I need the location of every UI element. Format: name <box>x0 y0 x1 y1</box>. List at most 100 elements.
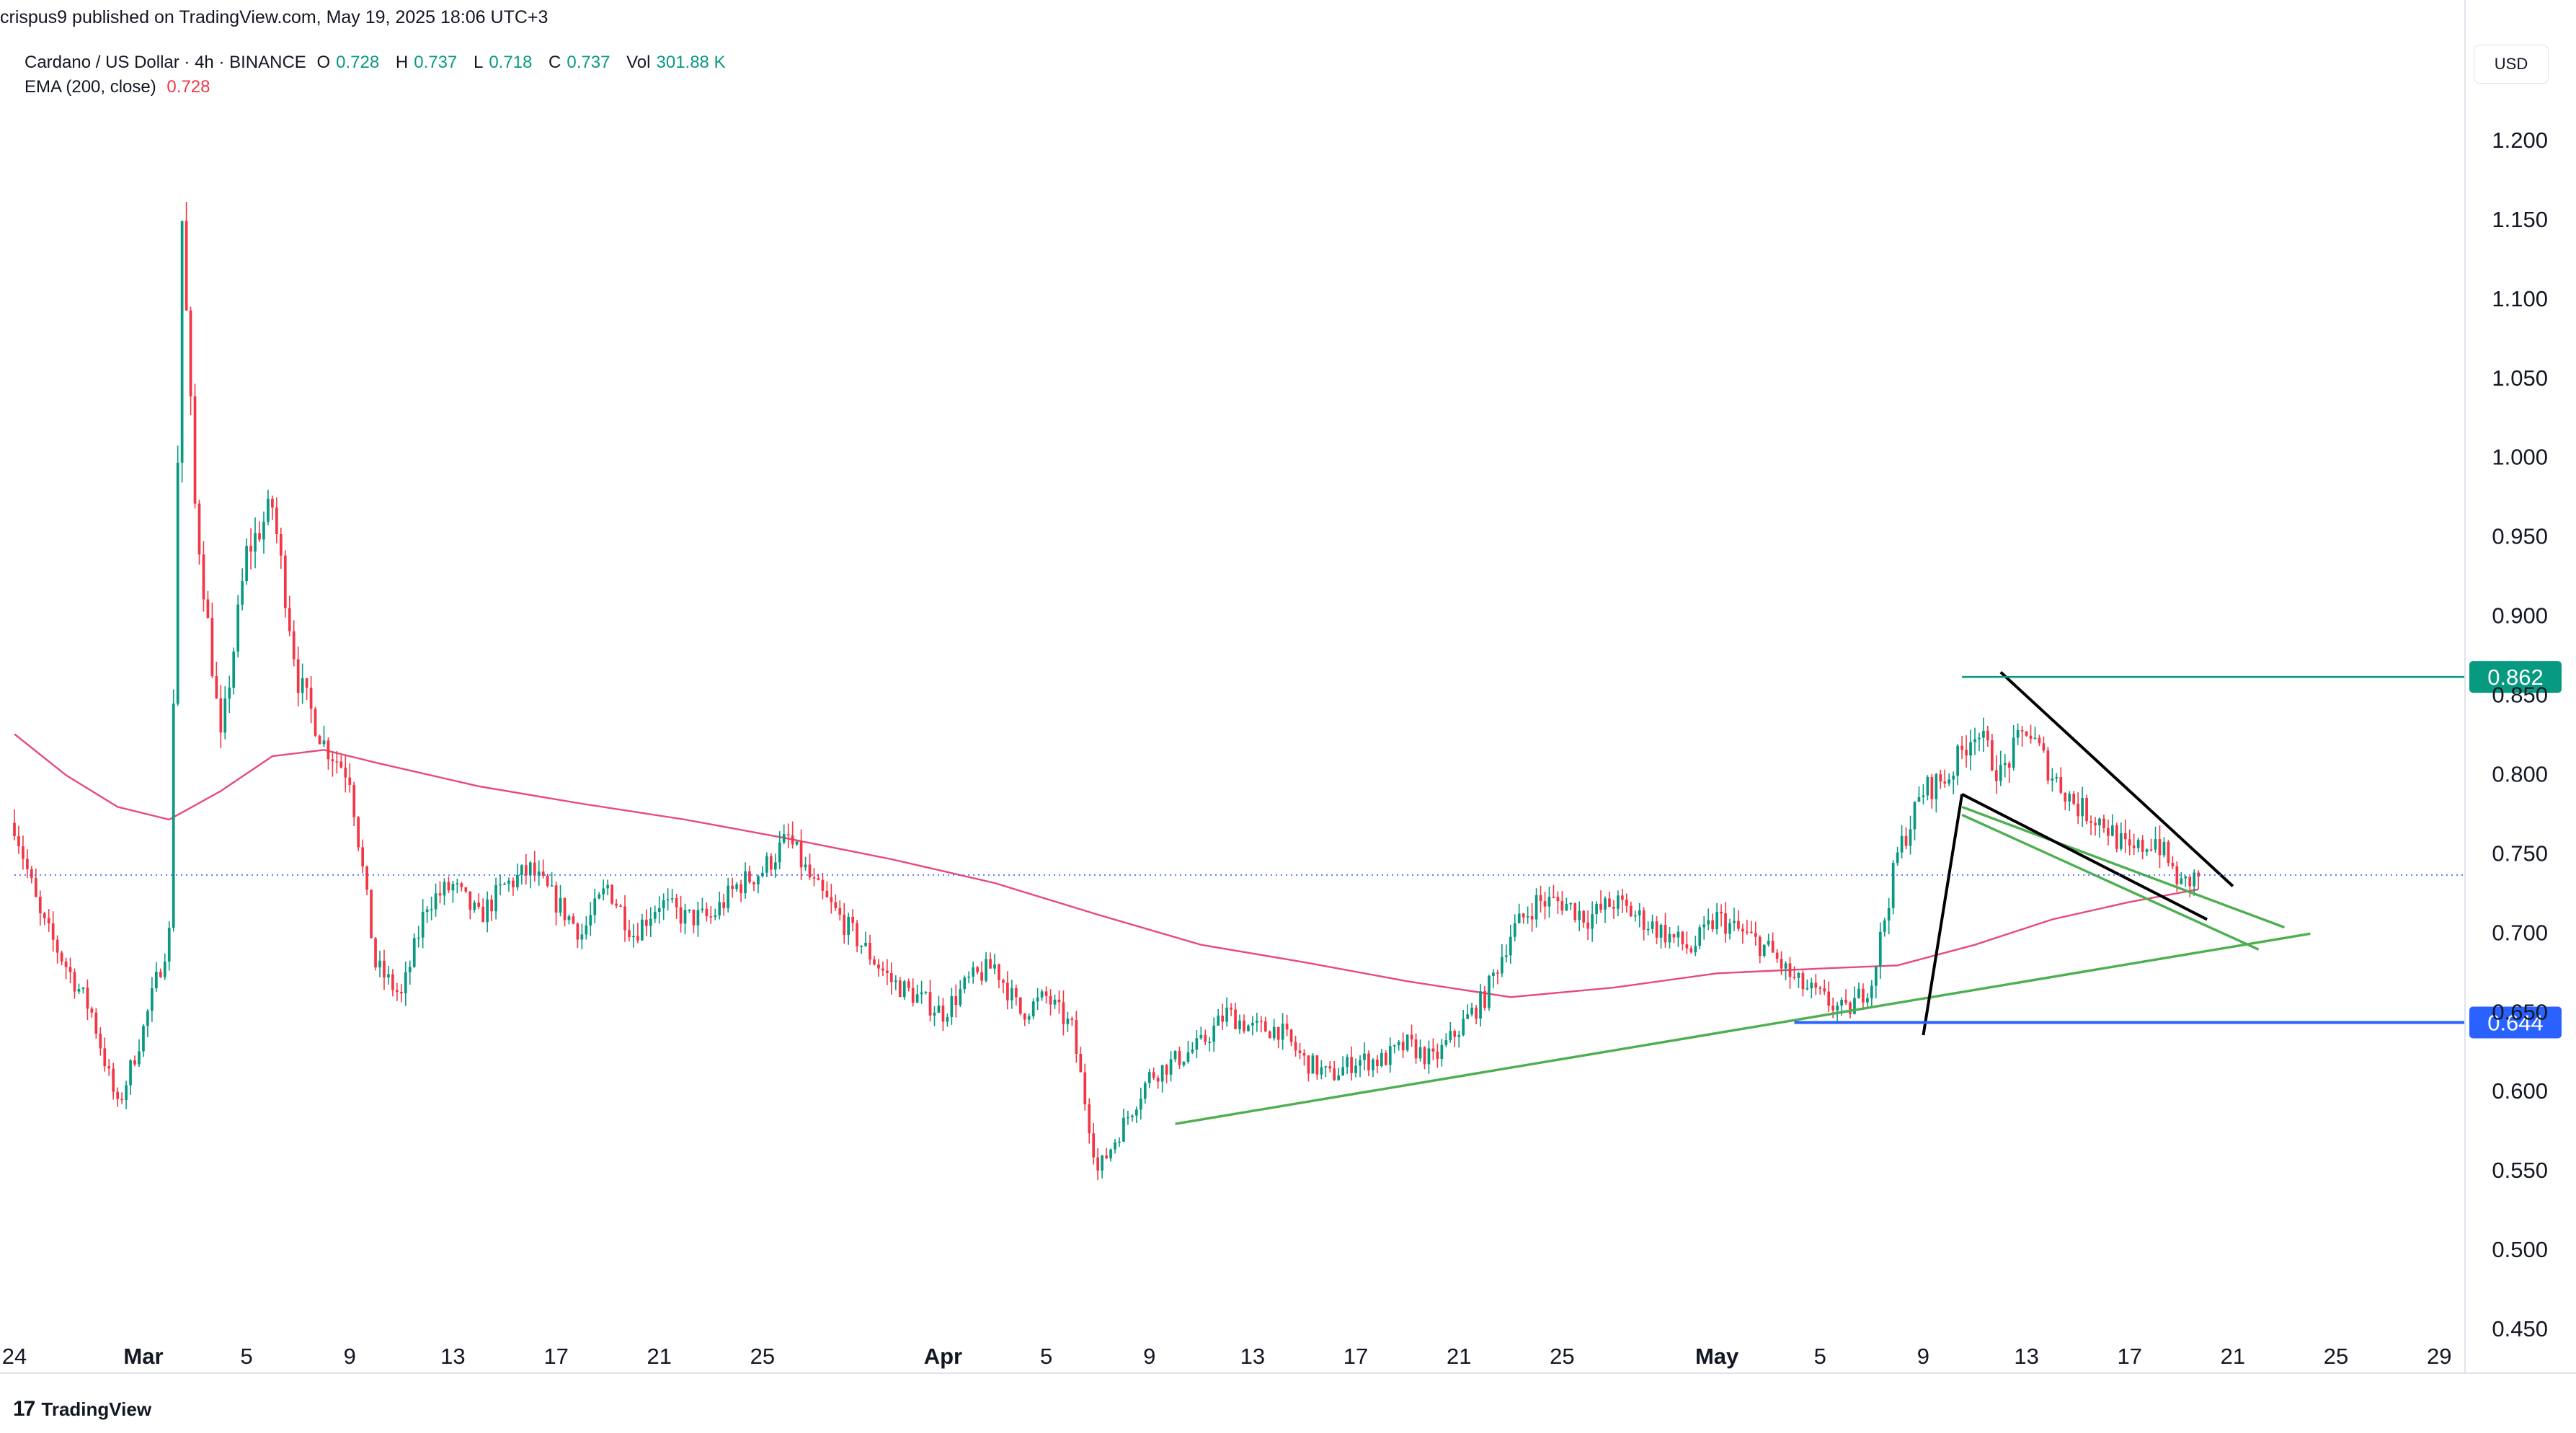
candle-body <box>1707 920 1710 925</box>
candle-body <box>1238 1020 1241 1029</box>
candle-body <box>1952 776 1955 780</box>
candle-body <box>1621 895 1624 900</box>
candle-body <box>1436 1051 1439 1059</box>
ema-layer <box>14 733 2199 998</box>
chart-legend: Cardano / US Dollar · 4h · BINANCE O 0.72… <box>25 50 737 99</box>
candle-body <box>830 897 833 902</box>
candle-body <box>1044 991 1048 996</box>
tradingview-logo[interactable]: 17 TradingView <box>13 1397 151 1421</box>
candle-body <box>163 961 166 977</box>
candle-body <box>38 897 42 914</box>
candle-body <box>705 908 709 917</box>
candle-body <box>503 883 506 885</box>
candle-body <box>387 974 390 978</box>
candle-body <box>1221 1015 1224 1022</box>
candle-body <box>1139 1099 1142 1110</box>
candle-body <box>1311 1055 1315 1074</box>
candle-body <box>185 221 188 311</box>
candle-body <box>791 835 794 845</box>
candle-body <box>714 915 717 918</box>
candle-body <box>206 599 210 618</box>
candle-body <box>1633 915 1637 917</box>
candle-body <box>154 972 158 988</box>
candle-body <box>825 890 829 897</box>
candle-body <box>606 884 610 889</box>
candle-body <box>1281 1024 1284 1040</box>
candle-body <box>1746 931 1749 933</box>
currency-button[interactable]: USD <box>2474 45 2549 84</box>
candle-body <box>55 939 59 953</box>
candle-body <box>456 883 459 884</box>
candle-body <box>2158 839 2162 856</box>
levels-layer[interactable]: 0.8620.644 <box>14 661 2562 1039</box>
candle-body <box>593 898 597 915</box>
candle-body <box>1418 1047 1422 1059</box>
candle-body <box>167 928 171 962</box>
candle-body <box>769 856 773 870</box>
candle-body <box>1307 1055 1310 1074</box>
candle-body <box>412 938 416 967</box>
ema-label[interactable]: EMA (200, close) <box>25 77 156 97</box>
candle-body <box>572 916 575 924</box>
candle-body <box>808 864 812 878</box>
y-tick-label: 0.550 <box>2492 1158 2548 1183</box>
high-value: 0.737 <box>414 53 458 72</box>
candle-body <box>1733 920 1736 923</box>
candle-body <box>245 546 248 582</box>
candle-body <box>619 905 622 907</box>
open-label: O <box>316 53 331 72</box>
candle-body <box>1423 1047 1426 1065</box>
x-tick-label: 17 <box>1343 1344 1368 1369</box>
candle-body <box>1560 901 1564 911</box>
candle-body <box>1444 1040 1448 1045</box>
candle-body <box>679 907 683 924</box>
candle-body <box>993 964 996 969</box>
candle-body <box>1711 920 1714 930</box>
time-axis[interactable]: 24 Mar 5 9 13 17 21 25 Apr 5 9 13 17 21 25 May 5 9 13 17 21 2… <box>0 1344 2576 1374</box>
candle-body <box>1788 963 1792 977</box>
candle-body <box>434 893 438 910</box>
candle-body <box>799 841 803 868</box>
candle-body <box>1457 1035 1461 1037</box>
candle-body <box>602 888 605 895</box>
candle-body <box>1096 1157 1100 1171</box>
candle-body <box>1676 931 1680 938</box>
candle-body <box>1483 991 1486 1008</box>
candle-body <box>68 967 72 972</box>
candle-body <box>1156 1078 1160 1082</box>
y-tick-label: 1.200 <box>2492 128 2548 153</box>
candle-body <box>288 608 291 631</box>
candle-body <box>1573 902 1577 920</box>
candle-body <box>1178 1051 1181 1065</box>
candle-body <box>860 946 863 947</box>
candle-body <box>232 651 236 688</box>
candle-body <box>1646 928 1650 931</box>
candle-body <box>309 688 313 709</box>
y-tick-label: 0.700 <box>2492 920 2548 945</box>
chart-canvas[interactable]: 0.8620.644 1.200 1.150 1.100 1.050 1.000 0.95… <box>0 0 2576 1433</box>
candle-body <box>1913 802 1917 830</box>
candle-body <box>1522 913 1525 918</box>
symbol-title[interactable]: Cardano / US Dollar · 4h · BINANCE <box>25 53 306 72</box>
candle-body <box>1844 1000 1847 1003</box>
candle-body <box>1160 1065 1164 1082</box>
candle-body <box>151 988 154 1011</box>
candle-body <box>2051 778 2054 781</box>
candle-body <box>2145 849 2149 852</box>
candle-body <box>976 967 979 972</box>
candle-body <box>1501 957 1504 974</box>
candle-body <box>1698 927 1702 946</box>
drawings-layer[interactable] <box>1175 671 2311 1125</box>
candle-body <box>675 898 678 908</box>
candle-body <box>1212 1025 1216 1042</box>
candle-body <box>490 899 493 912</box>
candle-body <box>838 908 842 915</box>
y-tick-label: 1.150 <box>2492 207 2548 232</box>
candle-body <box>34 878 37 897</box>
candle-body <box>1762 944 1766 957</box>
candle-body <box>641 919 644 941</box>
candle-body <box>1965 750 1968 756</box>
candle-body <box>1517 913 1521 923</box>
candle-body <box>2033 737 2037 740</box>
candle-body <box>159 972 162 977</box>
